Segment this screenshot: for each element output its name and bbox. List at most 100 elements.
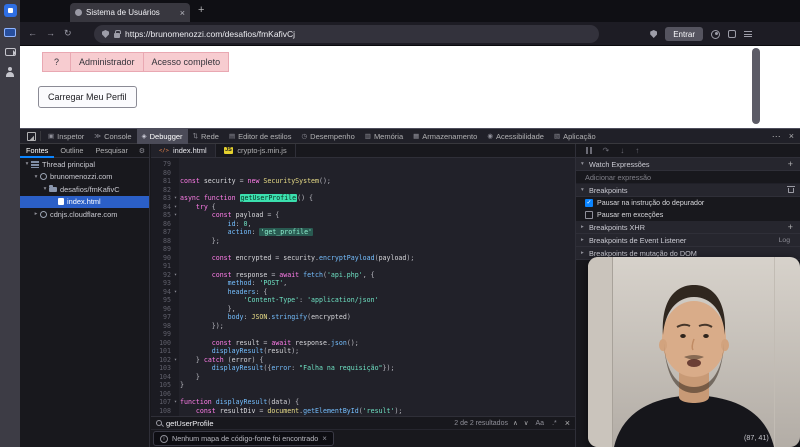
tab-close-icon[interactable]: ×: [180, 8, 185, 18]
extensions-icon[interactable]: [728, 30, 736, 38]
menu-icon[interactable]: [744, 31, 752, 37]
tracking-shield-icon[interactable]: [102, 30, 109, 38]
line-number[interactable]: 79: [151, 160, 171, 169]
line-number[interactable]: 83: [151, 194, 171, 203]
fold-arrow-icon[interactable]: ▾: [171, 203, 180, 212]
back-icon[interactable]: ←: [28, 28, 37, 38]
tree-item-desafios-fmkafivc[interactable]: ▾desafios/fmKafivC: [20, 183, 149, 196]
line-number[interactable]: 84: [151, 203, 171, 212]
devtools-tab-editor-de-estilos[interactable]: ▤Editor de estilos: [224, 129, 297, 144]
devtools-tab-rede[interactable]: ⇅Rede: [188, 129, 224, 144]
option-pausar-em-excecoes[interactable]: Pausar em exceções: [576, 209, 800, 221]
line-number[interactable]: 93: [151, 279, 171, 288]
line-number[interactable]: 89: [151, 245, 171, 254]
line-number[interactable]: 96: [151, 305, 171, 314]
chevron-right-icon[interactable]: ▸: [581, 237, 589, 243]
line-number[interactable]: 105: [151, 381, 171, 390]
screen-share-icon[interactable]: [4, 28, 16, 37]
protection-shield-icon[interactable]: [650, 30, 657, 38]
section-watch-expressoes[interactable]: ▾Watch Expressões+: [576, 158, 800, 171]
editor-tab-crypto-js-min-js[interactable]: JScrypto-js.min.js: [216, 144, 296, 157]
browser-tab[interactable]: Sistema de Usuários ×: [70, 3, 190, 22]
line-number[interactable]: 88: [151, 237, 171, 246]
tree-item-thread-principal[interactable]: ▾Thread principal: [20, 158, 149, 171]
refresh-icon[interactable]: ↻: [64, 28, 72, 39]
search-case-toggle[interactable]: Aa: [534, 420, 547, 427]
section-breakpoints[interactable]: ▾Breakpoints: [576, 184, 800, 197]
devtools-tab-console[interactable]: ≫Console: [89, 129, 136, 144]
line-number[interactable]: 85: [151, 211, 171, 220]
trash-icon[interactable]: [787, 186, 795, 194]
search-prev-icon[interactable]: ∧: [512, 419, 519, 427]
devtools-tab-desempenho[interactable]: ◷Desempenho: [296, 129, 359, 144]
chevron-right-icon[interactable]: ▸: [581, 250, 589, 256]
url-bar[interactable]: https://brunomenozzi.com/desafios/fmKafi…: [94, 25, 599, 43]
devtools-tab-aplicacao[interactable]: ▧Aplicação: [549, 129, 601, 144]
tree-item-cdnjs-cloudflare-com[interactable]: ▸cdnjs.cloudflare.com: [20, 208, 149, 221]
line-number[interactable]: 94: [151, 288, 171, 297]
line-number[interactable]: 97: [151, 313, 171, 322]
line-number[interactable]: 98: [151, 322, 171, 331]
fold-arrow-icon[interactable]: ▾: [171, 356, 180, 365]
pause-icon[interactable]: [586, 147, 592, 154]
line-number[interactable]: 81: [151, 177, 171, 186]
chevron-down-icon[interactable]: ▾: [32, 174, 40, 180]
fold-arrow-icon[interactable]: ▾: [171, 288, 180, 297]
step-in-icon[interactable]: ↓: [620, 146, 624, 155]
forward-icon[interactable]: →: [46, 28, 55, 38]
fold-arrow-icon[interactable]: ▾: [171, 211, 180, 220]
line-number[interactable]: 87: [151, 228, 171, 237]
sources-settings-icon[interactable]: ⚙: [139, 147, 149, 155]
new-tab-button[interactable]: +: [198, 4, 204, 16]
devtools-tab-memoria[interactable]: ▥Memória: [360, 129, 408, 144]
search-close-icon[interactable]: ×: [563, 418, 570, 428]
checkbox-pausar-na-instrucao-do-depurador[interactable]: ✓: [585, 199, 593, 207]
line-number[interactable]: 104: [151, 373, 171, 382]
devtools-tab-debugger[interactable]: ◈Debugger: [137, 129, 188, 144]
search-input[interactable]: getUserProfile: [166, 419, 214, 428]
line-number[interactable]: 101: [151, 347, 171, 356]
plus-icon[interactable]: +: [786, 159, 795, 169]
node-picker-icon[interactable]: [27, 132, 36, 141]
watch-expression-placeholder[interactable]: Adicionar expressão: [576, 171, 800, 184]
sources-tab-pesquisar[interactable]: Pesquisar: [89, 144, 133, 158]
recorder-app-logo[interactable]: [4, 4, 17, 17]
section-extra-label[interactable]: Log: [779, 237, 790, 244]
step-out-icon[interactable]: ↑: [635, 146, 639, 155]
plus-icon[interactable]: +: [786, 222, 795, 232]
code-area[interactable]: 798081const security = new SecuritySyste…: [151, 158, 575, 416]
chevron-down-icon[interactable]: ▾: [581, 161, 589, 167]
line-number[interactable]: 103: [151, 364, 171, 373]
chevron-right-icon[interactable]: ▸: [32, 211, 40, 217]
line-number[interactable]: 107: [151, 398, 171, 407]
line-number[interactable]: 95: [151, 296, 171, 305]
fold-arrow-icon[interactable]: ▾: [171, 271, 180, 280]
devtools-tab-armazenamento[interactable]: ▦Armazenamento: [408, 129, 482, 144]
sources-tab-fontes[interactable]: Fontes: [20, 144, 54, 158]
checkbox-pausar-em-excecoes[interactable]: [585, 211, 593, 219]
line-number[interactable]: 106: [151, 390, 171, 399]
editor-tab-index-html[interactable]: </>index.html: [151, 144, 216, 157]
camera-icon[interactable]: [5, 48, 16, 56]
line-number[interactable]: 108: [151, 407, 171, 416]
search-regex-toggle[interactable]: .*: [550, 420, 559, 427]
search-next-icon[interactable]: ∨: [523, 419, 530, 427]
page-scrollbar[interactable]: [752, 48, 760, 124]
load-profile-button[interactable]: Carregar Meu Perfil: [38, 86, 137, 108]
line-number[interactable]: 90: [151, 254, 171, 263]
line-number[interactable]: 86: [151, 220, 171, 229]
step-over-icon[interactable]: ↷: [603, 146, 610, 155]
line-number[interactable]: 100: [151, 339, 171, 348]
line-number[interactable]: 92: [151, 271, 171, 280]
devtools-tab-inspetor[interactable]: ▣Inspetor: [43, 129, 89, 144]
fold-arrow-icon[interactable]: ▾: [171, 398, 180, 407]
chevron-down-icon[interactable]: ▾: [41, 186, 49, 192]
account-icon[interactable]: [711, 30, 720, 39]
tree-item-index-html[interactable]: index.html: [20, 196, 149, 209]
chevron-down-icon[interactable]: ▾: [581, 187, 589, 193]
warning-close-icon[interactable]: ×: [322, 434, 327, 443]
devtools-close-icon[interactable]: ×: [789, 131, 794, 141]
devtools-tab-acessibilidade[interactable]: ◉Acessibilidade: [482, 129, 549, 144]
option-pausar-na-instrucao-do-depurador[interactable]: ✓Pausar na instrução do depurador: [576, 197, 800, 209]
line-number[interactable]: 99: [151, 330, 171, 339]
